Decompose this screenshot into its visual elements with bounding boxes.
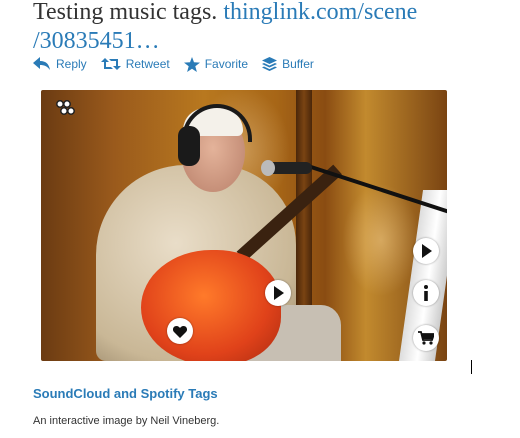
reply-label: Reply xyxy=(56,57,87,71)
interactive-image[interactable] xyxy=(41,90,447,361)
play-icon xyxy=(422,244,432,258)
retweet-icon xyxy=(100,58,121,70)
favorite-button[interactable]: Favorite xyxy=(183,56,249,72)
tweet-text: Testing music tags. thinglink.com/scene … xyxy=(33,0,503,56)
tweet-actions: Reply Retweet Favorite Buffer xyxy=(33,54,314,74)
buffer-button[interactable]: Buffer xyxy=(262,56,314,72)
retweet-label: Retweet xyxy=(125,57,170,71)
buffer-icon xyxy=(262,56,278,71)
play-tag-button[interactable] xyxy=(413,238,439,264)
reply-button[interactable]: Reply xyxy=(33,57,87,71)
play-tag-button-2[interactable] xyxy=(265,280,291,306)
info-icon xyxy=(424,285,428,301)
reply-icon xyxy=(33,57,50,70)
cart-icon xyxy=(418,331,434,345)
star-icon xyxy=(183,56,200,72)
thinglink-dots-icon[interactable] xyxy=(55,98,77,118)
microphone-head xyxy=(261,160,275,176)
tweet-body: Testing music tags. xyxy=(33,0,224,25)
caption-title[interactable]: SoundCloud and Spotify Tags xyxy=(33,386,218,401)
heart-tag-button[interactable] xyxy=(167,318,193,344)
heart-icon xyxy=(173,325,187,338)
retweet-button[interactable]: Retweet xyxy=(100,57,170,71)
cart-tag-button[interactable] xyxy=(413,325,439,351)
info-tag-button[interactable] xyxy=(413,280,439,306)
buffer-label: Buffer xyxy=(282,57,314,71)
guitar-body xyxy=(141,250,281,361)
text-cursor xyxy=(471,360,472,374)
headphone-cup xyxy=(178,126,200,166)
favorite-label: Favorite xyxy=(204,57,249,71)
caption-subtitle: An interactive image by Neil Vineberg. xyxy=(33,415,220,427)
play-icon xyxy=(274,286,284,300)
